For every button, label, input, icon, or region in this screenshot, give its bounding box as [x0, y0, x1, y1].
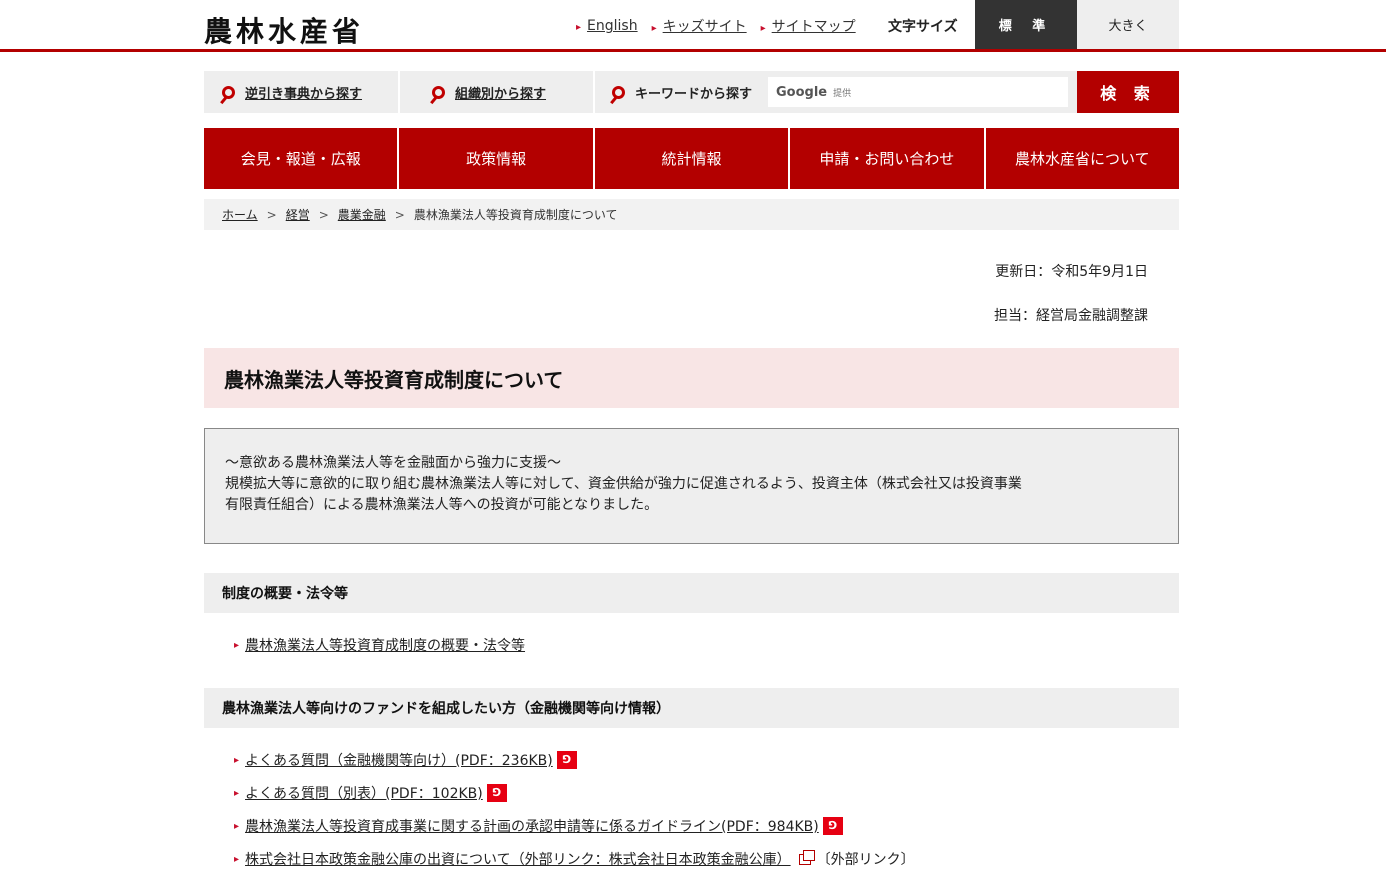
pdf-icon: ⅁	[556, 751, 577, 769]
nav-about[interactable]: 農林水産省について	[985, 128, 1180, 189]
chevron-right-icon: ▸	[576, 22, 582, 33]
updated-date: 更新日：令和5年9月1日	[995, 264, 1148, 280]
breadcrumb-separator: >	[318, 207, 329, 222]
breadcrumb: ホーム > 経営 > 農業金融 > 農林漁業法人等投資育成制度について	[204, 199, 1179, 230]
pdf-icon: ⅁	[486, 784, 507, 802]
nav-statistics[interactable]: 統計情報	[594, 128, 791, 189]
header-link-sitemap[interactable]: ▸ サイトマップ	[761, 16, 856, 36]
site-logo[interactable]: 農林水産省	[204, 10, 364, 50]
page-title: 農林漁業法人等投資育成制度について	[204, 348, 1179, 408]
intro-line: 有限責任組合）による農林漁業法人等への投資が可能となりました。	[225, 497, 659, 513]
nav-policy[interactable]: 政策情報	[399, 128, 595, 189]
intro-box: ～意欲ある農林漁業法人等を金融面から強力に支援～ 規模拡大等に意欲的に取り組む農…	[204, 428, 1179, 544]
list-item[interactable]: ▸ 株式会社日本政策金融公庫の出資について（外部リンク：株式会社日本政策金融公庫…	[234, 849, 915, 869]
reverse-lookup-search[interactable]: 逆引き事典から探す	[222, 71, 362, 113]
search-icon	[432, 85, 445, 99]
header-links: ▸ English ▸ キッズサイト ▸ サイトマップ	[576, 16, 856, 36]
list-item[interactable]: ▸ よくある質問（金融機関等向け）(PDF：236KB) ⅁	[234, 750, 577, 770]
header-link-english[interactable]: ▸ English	[576, 18, 638, 34]
chevron-right-icon: ▸	[760, 23, 766, 34]
chevron-right-icon: ▸	[651, 23, 657, 34]
search-icon	[222, 85, 235, 99]
font-size-label: 文字サイズ	[888, 19, 958, 35]
breadcrumb-separator: >	[394, 207, 405, 222]
list-item[interactable]: ▸ よくある質問（別表）(PDF：102KB) ⅁	[234, 783, 507, 803]
org-search[interactable]: 組織別から探す	[432, 71, 546, 113]
list-item[interactable]: ▸ 農林漁業法人等投資育成事業に関する計画の承認申請等に係るガイドライン(PDF…	[234, 816, 843, 836]
search-icon	[612, 85, 625, 99]
font-size-standard-button[interactable]: 標 準	[975, 0, 1077, 49]
list-item[interactable]: ▸ 農林漁業法人等投資育成制度の概要・法令等	[234, 635, 525, 655]
keyword-search-label: キーワードから探す	[612, 71, 752, 113]
search-input[interactable]: Google 提供	[768, 77, 1068, 107]
breadcrumb-home[interactable]: ホーム	[222, 206, 258, 223]
font-size-large-button[interactable]: 大きく	[1077, 0, 1179, 49]
nav-application[interactable]: 申請・お問い合わせ	[790, 128, 986, 189]
breadcrumb-management[interactable]: 経営	[286, 206, 310, 223]
global-nav: 会見・報道・広報 政策情報 統計情報 申請・お問い合わせ 農林水産省について	[204, 128, 1180, 189]
breadcrumb-separator: >	[266, 207, 277, 222]
section-heading-fund: 農林漁業法人等向けのファンドを組成したい方（金融機関等向け情報）	[204, 688, 1179, 728]
external-link-icon	[798, 849, 815, 865]
search-bar: 逆引き事典から探す 組織別から探す キーワードから探す Google 提供 検 …	[204, 71, 1179, 113]
provided-label: 提供	[833, 88, 852, 99]
external-link-label: 〔外部リンク〕	[816, 852, 915, 868]
chevron-right-icon: ▸	[234, 787, 240, 799]
chevron-right-icon: ▸	[234, 754, 240, 766]
chevron-right-icon: ▸	[234, 853, 240, 865]
section-heading-overview: 制度の概要・法令等	[204, 573, 1179, 613]
intro-line: 規模拡大等に意欲的に取り組む農林漁業法人等に対して、資金供給が強力に促進されるよ…	[225, 476, 1022, 492]
intro-line: ～意欲ある農林漁業法人等を金融面から強力に支援～	[225, 455, 561, 471]
divider	[398, 71, 400, 113]
chevron-right-icon: ▸	[234, 639, 240, 651]
breadcrumb-current: 農林漁業法人等投資育成制度について	[413, 208, 618, 222]
pdf-icon: ⅁	[822, 817, 843, 835]
contact-department: 担当：経営局金融調整課	[994, 308, 1148, 324]
search-button[interactable]: 検 索	[1077, 71, 1179, 113]
nav-press[interactable]: 会見・報道・広報	[204, 128, 400, 189]
header-link-kids[interactable]: ▸ キッズサイト	[652, 16, 747, 36]
chevron-right-icon: ▸	[234, 820, 240, 832]
google-label: Google	[776, 84, 828, 100]
site-header: 農林水産省 ▸ English ▸ キッズサイト ▸ サイトマップ 文字サイズ 標 準…	[0, 0, 1386, 52]
breadcrumb-agri-finance[interactable]: 農業金融	[338, 206, 386, 223]
divider	[593, 71, 595, 113]
